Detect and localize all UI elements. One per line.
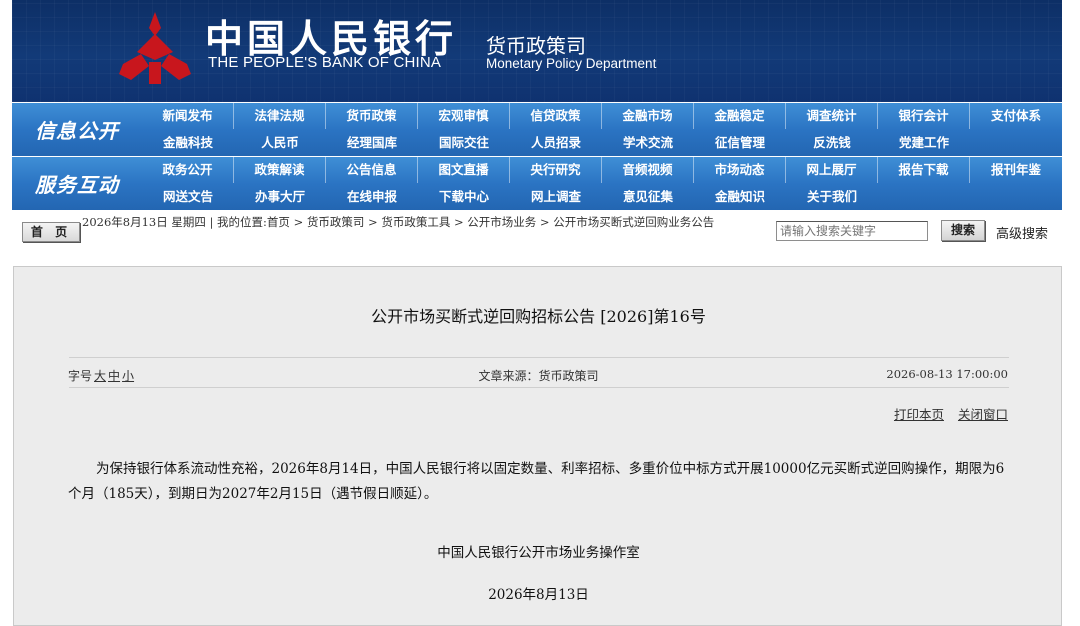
nav-item-document-delivery[interactable]: 网送文告 [142,184,234,210]
nav-item-report-download[interactable]: 报告下载 [878,157,970,183]
pboc-emblem-icon [119,12,191,84]
nav-item-anti-money-laundering[interactable]: 反洗钱 [786,130,878,156]
nav-item-live-broadcast[interactable]: 图文直播 [418,157,510,183]
article-body: 为保持银行体系流动性充裕，2026年8月14日，中国人民银行将以固定数量、利率招… [68,461,1005,502]
nav-item-accounting[interactable]: 银行会计 [878,103,970,129]
nav-row: 网送文告 办事大厅 在线申报 下载中心 网上调查 意见征集 金融知识 关于我们 [142,184,1062,210]
breadcrumb: 2026年8月13日 星期四 | 我的位置:首页 > 货币政策司 > 货币政策工… [82,215,715,229]
nav-item-rmb[interactable]: 人民币 [234,130,326,156]
nav-item-academic[interactable]: 学术交流 [602,130,694,156]
article-signature: 中国人民银行公开市场业务操作室 [437,545,640,561]
nav-item-feedback[interactable]: 意见征集 [602,184,694,210]
nav-item-audio-video[interactable]: 音频视频 [602,157,694,183]
article-tools: 打印本页 关闭窗口 [880,404,1008,423]
advanced-search-link[interactable]: 高级搜索 [996,223,1048,242]
bank-name-english: THE PEOPLE'S BANK OF CHINA [208,54,442,71]
nav-item-laws[interactable]: 法律法规 [234,103,326,129]
nav-item-macroprudential[interactable]: 宏观审慎 [418,103,510,129]
nav-item-online-survey[interactable]: 网上调查 [510,184,602,210]
nav-item-news[interactable]: 新闻发布 [142,103,234,129]
nav-item-financial-stability[interactable]: 金融稳定 [694,103,786,129]
nav-group-service-interaction: 服务互动 政务公开 政策解读 公告信息 图文直播 央行研究 音频视频 市场动态 … [12,157,1062,210]
nav-item-announcements[interactable]: 公告信息 [326,157,418,183]
nav-item-financial-knowledge[interactable]: 金融知识 [694,184,786,210]
nav-item-yearbooks[interactable]: 报刊年鉴 [970,157,1062,183]
search-input[interactable] [776,221,928,241]
main-navigation: 信息公开 新闻发布 法律法规 货币政策 宏观审慎 信贷政策 金融市场 金融稳定 … [12,102,1062,210]
article-title: 公开市场买断式逆回购招标公告 [2026]第16号 [371,307,706,326]
publish-date: 2026-08-13 17:00:00 [886,367,1008,381]
nav-item-credit-reference[interactable]: 征信管理 [694,130,786,156]
article-panel: 公开市场买断式逆回购招标公告 [2026]第16号 字号大中小 文章来源：货币政… [13,266,1062,626]
nav-item-party-building[interactable]: 党建工作 [878,130,970,156]
nav-group-title[interactable]: 信息公开 [12,103,142,156]
nav-item-service-hall[interactable]: 办事大厅 [234,184,326,210]
nav-row: 新闻发布 法律法规 货币政策 宏观审慎 信贷政策 金融市场 金融稳定 调查统计 … [142,103,1062,129]
nav-item-policy-interpretation[interactable]: 政策解读 [234,157,326,183]
nav-item-online-filing[interactable]: 在线申报 [326,184,418,210]
nav-item-about-us[interactable]: 关于我们 [786,184,878,210]
nav-item-research[interactable]: 央行研究 [510,157,602,183]
nav-item-recruitment[interactable]: 人员招录 [510,130,602,156]
signature-date: 2026年8月13日 [488,587,589,603]
nav-row: 政务公开 政策解读 公告信息 图文直播 央行研究 音频视频 市场动态 网上展厅 … [142,157,1062,183]
search-button[interactable]: 搜索 [941,220,985,241]
nav-group-title[interactable]: 服务互动 [12,157,142,210]
nav-item-treasury[interactable]: 经理国库 [326,130,418,156]
department-name-chinese: 货币政策司 [486,34,586,58]
nav-item-financial-market[interactable]: 金融市场 [602,103,694,129]
nav-item-market-news[interactable]: 市场动态 [694,157,786,183]
divider [69,387,1009,388]
nav-item-credit-policy[interactable]: 信贷政策 [510,103,602,129]
header-banner: 中国人民银行 THE PEOPLE'S BANK OF CHINA 货币政策司 … [12,0,1062,102]
nav-group-info-disclosure: 信息公开 新闻发布 法律法规 货币政策 宏观审慎 信贷政策 金融市场 金融稳定 … [12,103,1062,156]
home-button[interactable]: 首 页 [22,222,80,242]
nav-item-government-affairs[interactable]: 政务公开 [142,157,234,183]
nav-item-monetary-policy[interactable]: 货币政策 [326,103,418,129]
nav-item-online-exhibition[interactable]: 网上展厅 [786,157,878,183]
nav-item-download-center[interactable]: 下载中心 [418,184,510,210]
print-page-link[interactable]: 打印本页 [894,407,944,422]
nav-item-fintech[interactable]: 金融科技 [142,130,234,156]
nav-item-payment-system[interactable]: 支付体系 [970,103,1062,129]
close-window-link[interactable]: 关闭窗口 [958,407,1008,422]
nav-row: 金融科技 人民币 经理国库 国际交往 人员招录 学术交流 征信管理 反洗钱 党建… [142,130,1062,156]
breadcrumb-bar: 首 页 2026年8月13日 星期四 | 我的位置:首页 > 货币政策司 > 货… [12,212,1062,250]
nav-item-statistics[interactable]: 调查统计 [786,103,878,129]
nav-item-international[interactable]: 国际交往 [418,130,510,156]
department-name-english: Monetary Policy Department [486,56,657,71]
divider [69,357,1009,358]
